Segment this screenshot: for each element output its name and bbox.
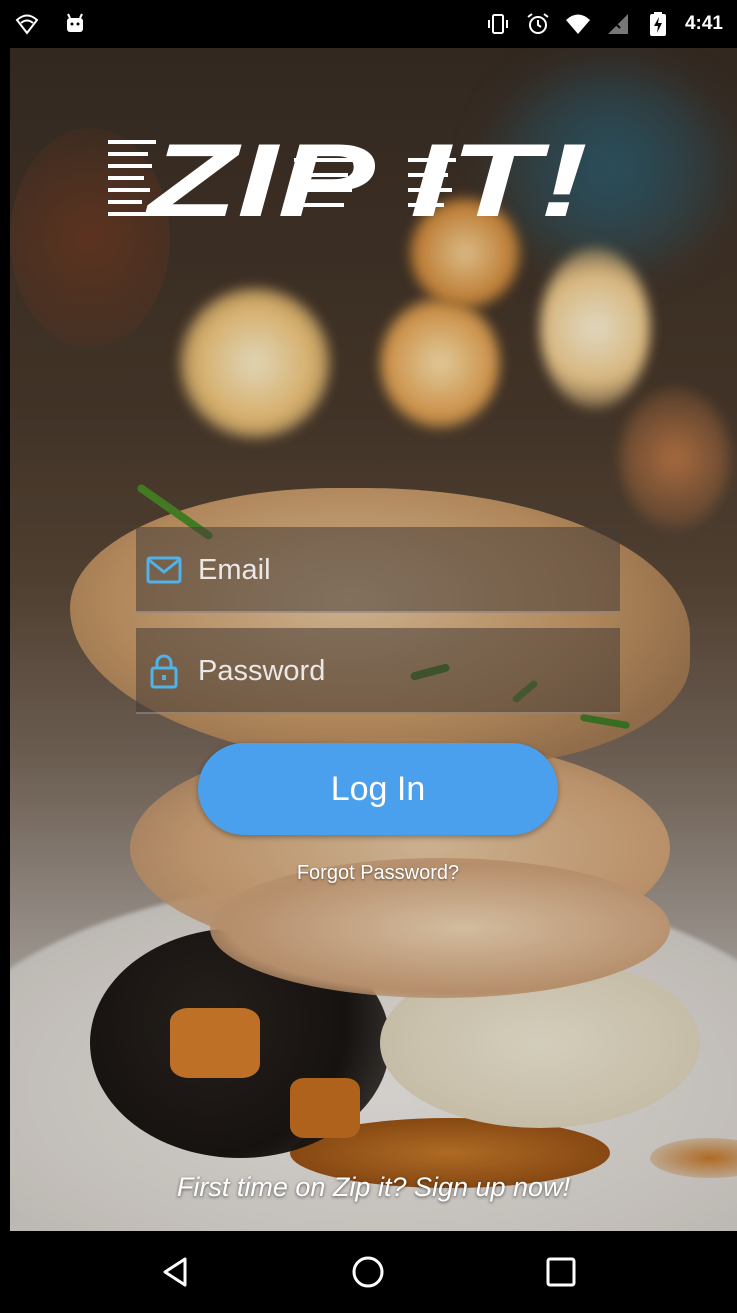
android-debug-icon [62,11,88,37]
logo-text: ZIP IT! [144,130,588,225]
zip-it-logo: ZIP IT! [108,130,588,225]
alarm-icon [525,11,551,37]
forgot-password-link[interactable]: Forgot Password? [200,862,556,885]
mail-icon [144,552,184,588]
battery-charging-icon [645,11,671,37]
recents-icon[interactable] [531,1242,591,1302]
status-time: 4:41 [684,13,723,34]
status-left [14,11,88,37]
email-field[interactable] [136,527,620,613]
wifi-icon [565,11,591,37]
signup-link[interactable]: First time on Zip it? Sign up now! [10,1172,737,1203]
login-button[interactable]: Log In [198,743,558,835]
screen: 4:41 ZIP IT! Email Log In Forgot Passwor… [0,0,737,1313]
navigation-bar [0,1231,737,1313]
password-input[interactable] [198,641,620,701]
password-field[interactable] [136,628,620,714]
lock-icon [144,653,184,689]
email-underline [136,611,620,613]
back-icon[interactable] [146,1242,206,1302]
home-icon[interactable] [338,1242,398,1302]
status-right: 4:41 [485,11,723,37]
password-underline [136,712,620,714]
wifi-outline-icon [14,11,40,37]
no-signal-icon [605,11,631,37]
status-bar: 4:41 [0,0,737,48]
email-input[interactable] [198,540,620,600]
vibrate-icon [485,11,511,37]
